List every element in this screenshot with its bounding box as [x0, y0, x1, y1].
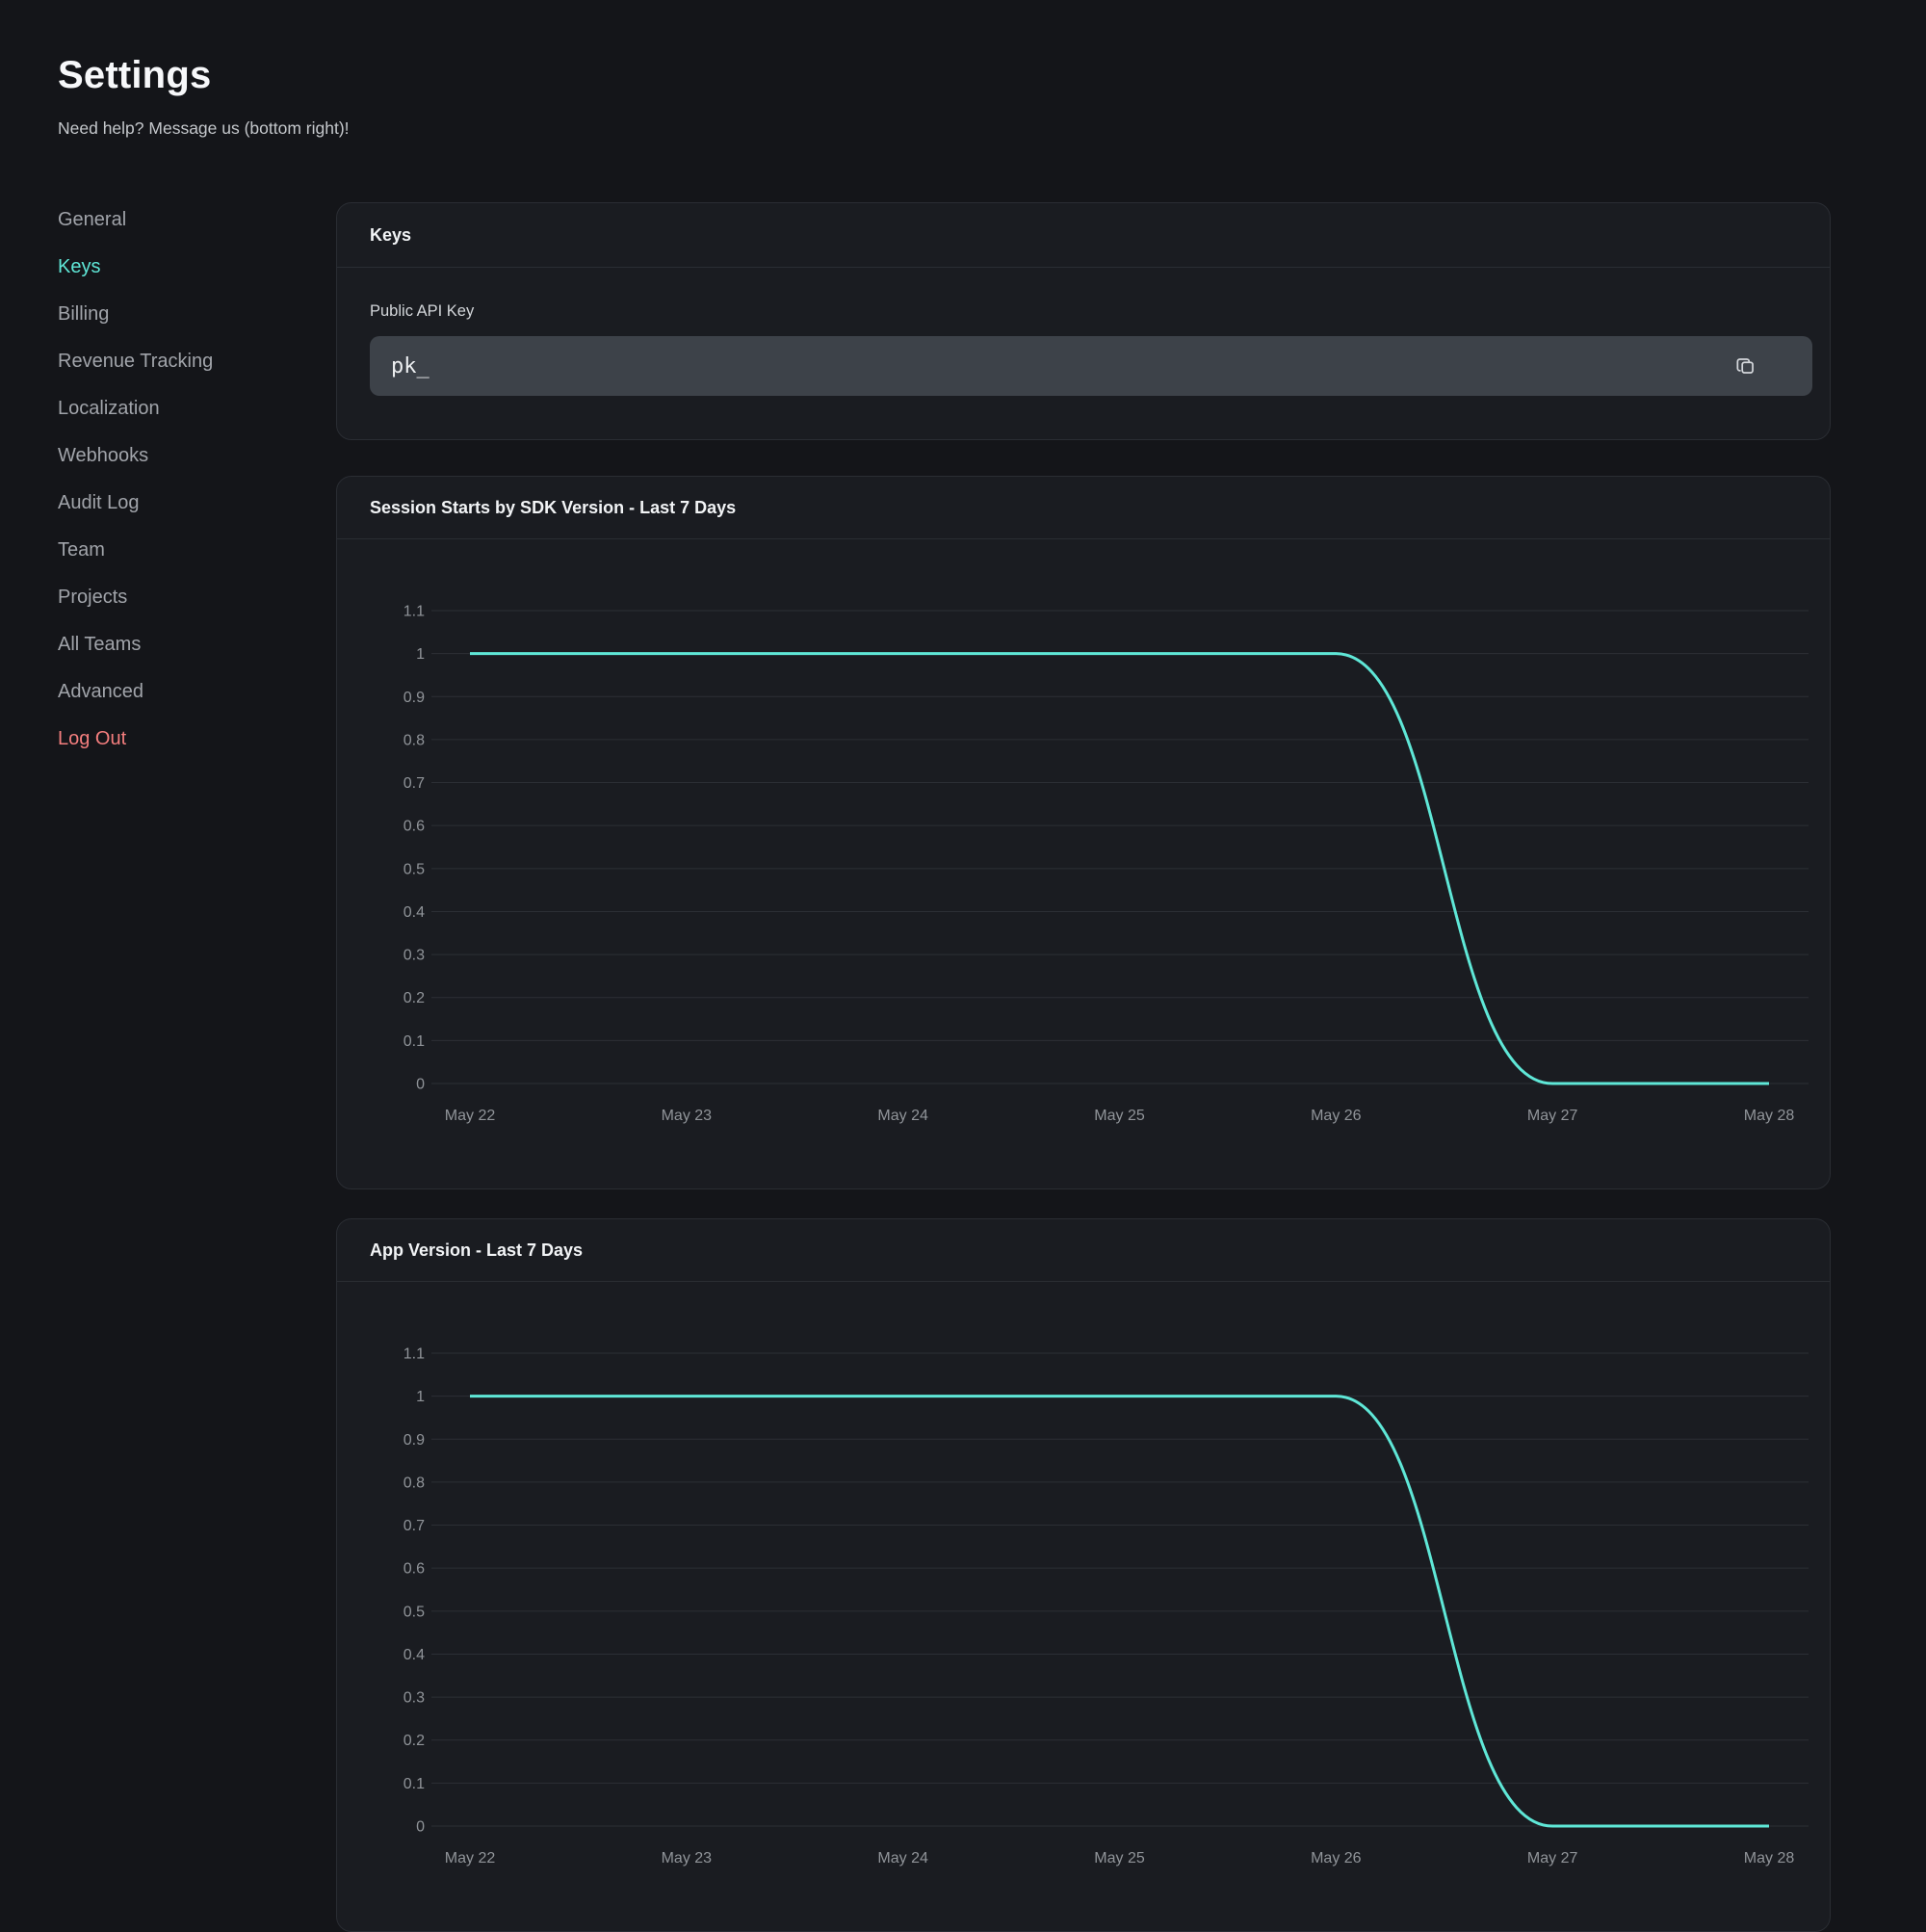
chart-canvas: 1.1 1 0.9 0.8 0.7 0.6 0.5 0.4 0.3 0.2 0.1 0 May 22 Ma… [337, 1219, 1831, 1932]
keys-card-body: Public API Key pk_ [337, 302, 1830, 396]
page-title: Settings [58, 53, 350, 97]
x-tick-label: May 28 [1744, 1108, 1795, 1124]
x-tick-label: May 27 [1527, 1850, 1578, 1867]
sidebar-item-projects[interactable]: Projects [58, 574, 213, 621]
x-tick-label: May 25 [1094, 1850, 1145, 1867]
y-tick-label: 0.6 [403, 819, 425, 835]
sidebar-item-webhooks[interactable]: Webhooks [58, 432, 213, 480]
keys-card: Keys Public API Key pk_ [336, 202, 1831, 440]
sdk-version-line-chart: 1.1 1 0.9 0.8 0.7 0.6 0.5 0.4 0.3 0.2 0.1 0 May 22 Ma… [337, 477, 1831, 1189]
sidebar-item-all-teams[interactable]: All Teams [58, 621, 213, 668]
y-tick-label: 1.1 [403, 604, 425, 620]
x-tick-label: May 23 [662, 1850, 713, 1867]
x-tick-label: May 25 [1094, 1108, 1145, 1124]
keys-card-title: Keys [370, 225, 411, 246]
app-version-chart-header: App Version - Last 7 Days [337, 1219, 1830, 1282]
y-tick-label: 0.1 [403, 1033, 425, 1050]
sidebar-item-billing[interactable]: Billing [58, 291, 213, 338]
x-tick-label: May 28 [1744, 1850, 1795, 1867]
public-api-key-label: Public API Key [370, 302, 1797, 321]
x-tick-label: May 22 [445, 1108, 496, 1124]
y-tick-label: 0.4 [403, 1647, 425, 1663]
page-header: Settings Need help? Message us (bottom r… [58, 53, 350, 139]
sidebar-item-localization[interactable]: Localization [58, 385, 213, 432]
y-tick-label: 0.3 [403, 1690, 425, 1707]
copy-icon [1733, 353, 1758, 379]
y-tick-label: 0.6 [403, 1561, 425, 1578]
app-version-chart-card: 1.1 1 0.9 0.8 0.7 0.6 0.5 0.4 0.3 0.2 0.1 0 May 22 Ma… [336, 1218, 1831, 1932]
y-tick-label: 0.5 [403, 1604, 425, 1620]
sidebar-item-log-out[interactable]: Log Out [58, 716, 213, 763]
y-tick-label: 0.2 [403, 990, 425, 1006]
public-api-key-field[interactable]: pk_ [370, 336, 1812, 396]
x-tick-label: May 26 [1311, 1850, 1362, 1867]
sidebar-item-team[interactable]: Team [58, 527, 213, 574]
sdk-version-chart-title: Session Starts by SDK Version - Last 7 D… [370, 498, 736, 518]
y-tick-label: 1.1 [403, 1346, 425, 1363]
chart-canvas: 1.1 1 0.9 0.8 0.7 0.6 0.5 0.4 0.3 0.2 0.1 0 May 22 Ma… [337, 477, 1831, 1189]
sidebar-item-general[interactable]: General [58, 196, 213, 244]
y-tick-label: 0.7 [403, 775, 425, 792]
y-tick-label: 0.4 [403, 904, 425, 921]
y-tick-label: 0 [416, 1077, 425, 1093]
y-tick-label: 0 [416, 1819, 425, 1836]
sidebar-item-keys[interactable]: Keys [58, 244, 213, 291]
y-tick-label: 0.5 [403, 861, 425, 877]
y-tick-label: 0.8 [403, 1475, 425, 1491]
sdk-version-chart-header: Session Starts by SDK Version - Last 7 D… [337, 477, 1830, 539]
x-tick-label: May 24 [877, 1850, 928, 1867]
y-tick-label: 0.2 [403, 1733, 425, 1749]
x-tick-label: May 22 [445, 1850, 496, 1867]
app-version-chart-title: App Version - Last 7 Days [370, 1240, 583, 1261]
x-tick-label: May 23 [662, 1108, 713, 1124]
y-tick-label: 1 [416, 1389, 425, 1405]
y-tick-label: 1 [416, 646, 425, 663]
sidebar-item-audit-log[interactable]: Audit Log [58, 480, 213, 527]
sidebar-item-revenue-tracking[interactable]: Revenue Tracking [58, 338, 213, 385]
keys-card-header: Keys [337, 203, 1830, 268]
y-tick-label: 0.7 [403, 1518, 425, 1534]
public-api-key-value: pk_ [391, 354, 1731, 379]
y-tick-label: 0.9 [403, 690, 425, 706]
x-tick-label: May 26 [1311, 1108, 1362, 1124]
sdk-version-chart-card: 1.1 1 0.9 0.8 0.7 0.6 0.5 0.4 0.3 0.2 0.1 0 May 22 Ma… [336, 476, 1831, 1189]
copy-api-key-button[interactable] [1731, 352, 1760, 380]
y-tick-label: 0.8 [403, 732, 425, 748]
y-tick-label: 0.3 [403, 948, 425, 964]
x-tick-label: May 24 [877, 1108, 928, 1124]
sidebar-item-advanced[interactable]: Advanced [58, 668, 213, 716]
x-tick-label: May 27 [1527, 1108, 1578, 1124]
y-tick-label: 0.9 [403, 1432, 425, 1449]
settings-nav: GeneralKeysBillingRevenue TrackingLocali… [58, 196, 213, 763]
y-tick-label: 0.1 [403, 1776, 425, 1792]
page-subtitle: Need help? Message us (bottom right)! [58, 118, 350, 139]
app-version-line-chart: 1.1 1 0.9 0.8 0.7 0.6 0.5 0.4 0.3 0.2 0.1 0 May 22 Ma… [337, 1219, 1831, 1932]
